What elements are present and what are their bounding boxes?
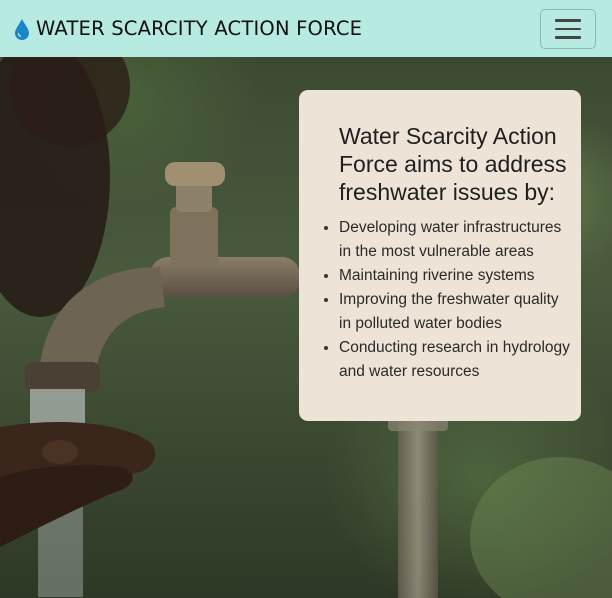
list-item: Maintaining riverine systems <box>339 264 575 288</box>
mission-heading: Water Scarcity Action Force aims to addr… <box>339 123 567 205</box>
mission-list: Developing water infrastructures in the … <box>339 216 575 384</box>
hamburger-menu-icon <box>555 36 581 39</box>
brand-link[interactable]: WATER SCARCITY ACTION FORCE <box>14 17 362 40</box>
navbar-toggle-button[interactable] <box>540 9 596 49</box>
hamburger-menu-icon <box>555 27 581 31</box>
list-item: Developing water infrastructures in the … <box>339 216 575 264</box>
water-drop-icon <box>14 18 30 40</box>
brand-title: WATER SCARCITY ACTION FORCE <box>36 17 363 40</box>
navbar: WATER SCARCITY ACTION FORCE <box>0 0 612 57</box>
hamburger-menu-icon <box>555 19 581 22</box>
hero-section: Water Scarcity Action Force aims to addr… <box>0 57 612 598</box>
mission-info-card: Water Scarcity Action Force aims to addr… <box>299 90 581 421</box>
list-item: Conducting research in hydrology and wat… <box>339 336 575 384</box>
list-item: Improving the freshwater quality in poll… <box>339 288 575 336</box>
